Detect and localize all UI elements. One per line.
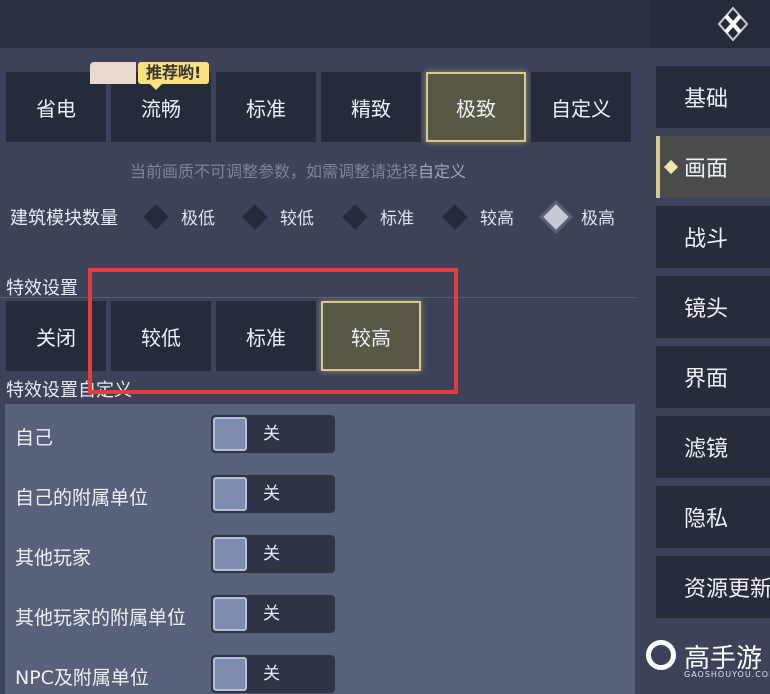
sidebar-item-filter[interactable]: 滤镜 (656, 416, 770, 478)
building-option-1[interactable]: 较低 (242, 203, 314, 230)
toggle-state: 关 (263, 604, 280, 624)
active-marker-icon (663, 159, 679, 175)
sidebar-item-interface[interactable]: 界面 (656, 346, 770, 408)
quality-option-5[interactable]: 自定义 (531, 72, 631, 142)
row-label: 其他玩家的附属单位 (15, 607, 187, 629)
toggle-knob (213, 657, 247, 691)
toggle-self-attached[interactable]: 关 (211, 475, 335, 513)
building-label: 建筑模块数量 (10, 208, 118, 229)
toggle-other-players[interactable]: 关 (211, 535, 335, 573)
diamond-radio-icon (442, 203, 468, 230)
sidebar-item-privacy[interactable]: 隐私 (656, 486, 770, 548)
row-label: 自己 (15, 427, 54, 449)
hint-text: 当前画质不可调整参数，如需调整请选择 (130, 162, 419, 181)
close-icon[interactable] (704, 6, 762, 42)
toggle-knob (213, 477, 247, 511)
sidebar-item-label: 镜头 (684, 297, 729, 322)
recommend-badge: 推荐哟! (90, 62, 230, 90)
sidebar-item-basic[interactable]: 基础 (656, 66, 770, 128)
sidebar-item-label: 画面 (684, 157, 729, 182)
diamond-radio-icon (342, 203, 368, 230)
building-option-0[interactable]: 极低 (143, 203, 215, 230)
recommend-tag: 推荐哟! (138, 62, 210, 90)
building-option-label: 较低 (280, 209, 314, 229)
diamond-radio-icon (143, 203, 169, 230)
quality-option-3[interactable]: 精致 (321, 72, 421, 142)
sidebar-item-label: 基础 (684, 87, 729, 112)
toggle-self[interactable]: 关 (211, 415, 335, 453)
effects-option-label: 关闭 (36, 325, 76, 350)
sidebar-item-label: 隐私 (684, 507, 729, 532)
sidebar-item-label: 资源更新 (684, 577, 770, 602)
building-option-label: 极低 (181, 209, 215, 229)
building-option-label: 极高 (581, 209, 615, 229)
building-option-3[interactable]: 较高 (442, 203, 514, 230)
sidebar-item-label: 战斗 (684, 227, 729, 252)
toggle-state: 关 (263, 424, 280, 444)
toggle-state: 关 (263, 664, 280, 684)
sidebar-item-combat[interactable]: 战斗 (656, 206, 770, 268)
sidebar-item-label: 界面 (684, 367, 729, 392)
logo-icon (646, 640, 676, 670)
row-label: 其他玩家 (15, 547, 92, 569)
quality-option-label: 标准 (246, 96, 286, 121)
watermark-logo: 高手游 GAOSHOUYOU.COM (640, 636, 770, 684)
quality-option-4-selected[interactable]: 极致 (426, 72, 526, 142)
effects-custom-panel: 自己 关 自己的附属单位 关 其他玩家 关 其他玩家的附属单位 关 NPC及附属… (5, 404, 635, 694)
toggle-state: 关 (263, 544, 280, 564)
quality-option-label: 精致 (351, 96, 391, 121)
quality-option-label: 省电 (36, 96, 76, 121)
highlight-box (88, 268, 458, 394)
row-label: NPC及附属单位 (15, 667, 149, 689)
building-option-label: 较高 (480, 209, 514, 229)
hint-highlight: 自定义 (418, 162, 467, 181)
toggle-knob (213, 537, 247, 571)
building-option-2[interactable]: 标准 (342, 203, 414, 230)
quality-option-label: 极致 (456, 96, 496, 121)
toggle-other-players-attached[interactable]: 关 (211, 595, 335, 633)
toggle-knob (213, 417, 247, 451)
sidebar-item-camera[interactable]: 镜头 (656, 276, 770, 338)
quality-option-label: 自定义 (551, 96, 611, 121)
quality-hint: 当前画质不可调整参数，如需调整请选择自定义 (130, 158, 466, 182)
quality-option-2[interactable]: 标准 (216, 72, 316, 142)
toggle-knob (213, 597, 247, 631)
row-label: 自己的附属单位 (15, 487, 149, 509)
sidebar-item-graphics[interactable]: 画面 (656, 136, 770, 198)
avatar-icon (90, 62, 136, 84)
sidebar-item-resource-update[interactable]: 资源更新 (656, 556, 770, 618)
toggle-state: 关 (263, 484, 280, 504)
diamond-radio-selected-icon (543, 203, 569, 230)
watermark-url: GAOSHOUYOU.COM (684, 670, 770, 679)
building-option-4-selected[interactable]: 极高 (543, 203, 615, 230)
sidebar-item-label: 滤镜 (684, 437, 729, 462)
quality-option-label: 流畅 (141, 96, 181, 121)
diamond-radio-icon (242, 203, 268, 230)
building-option-label: 标准 (380, 209, 414, 229)
toggle-npc[interactable]: 关 (211, 655, 335, 693)
